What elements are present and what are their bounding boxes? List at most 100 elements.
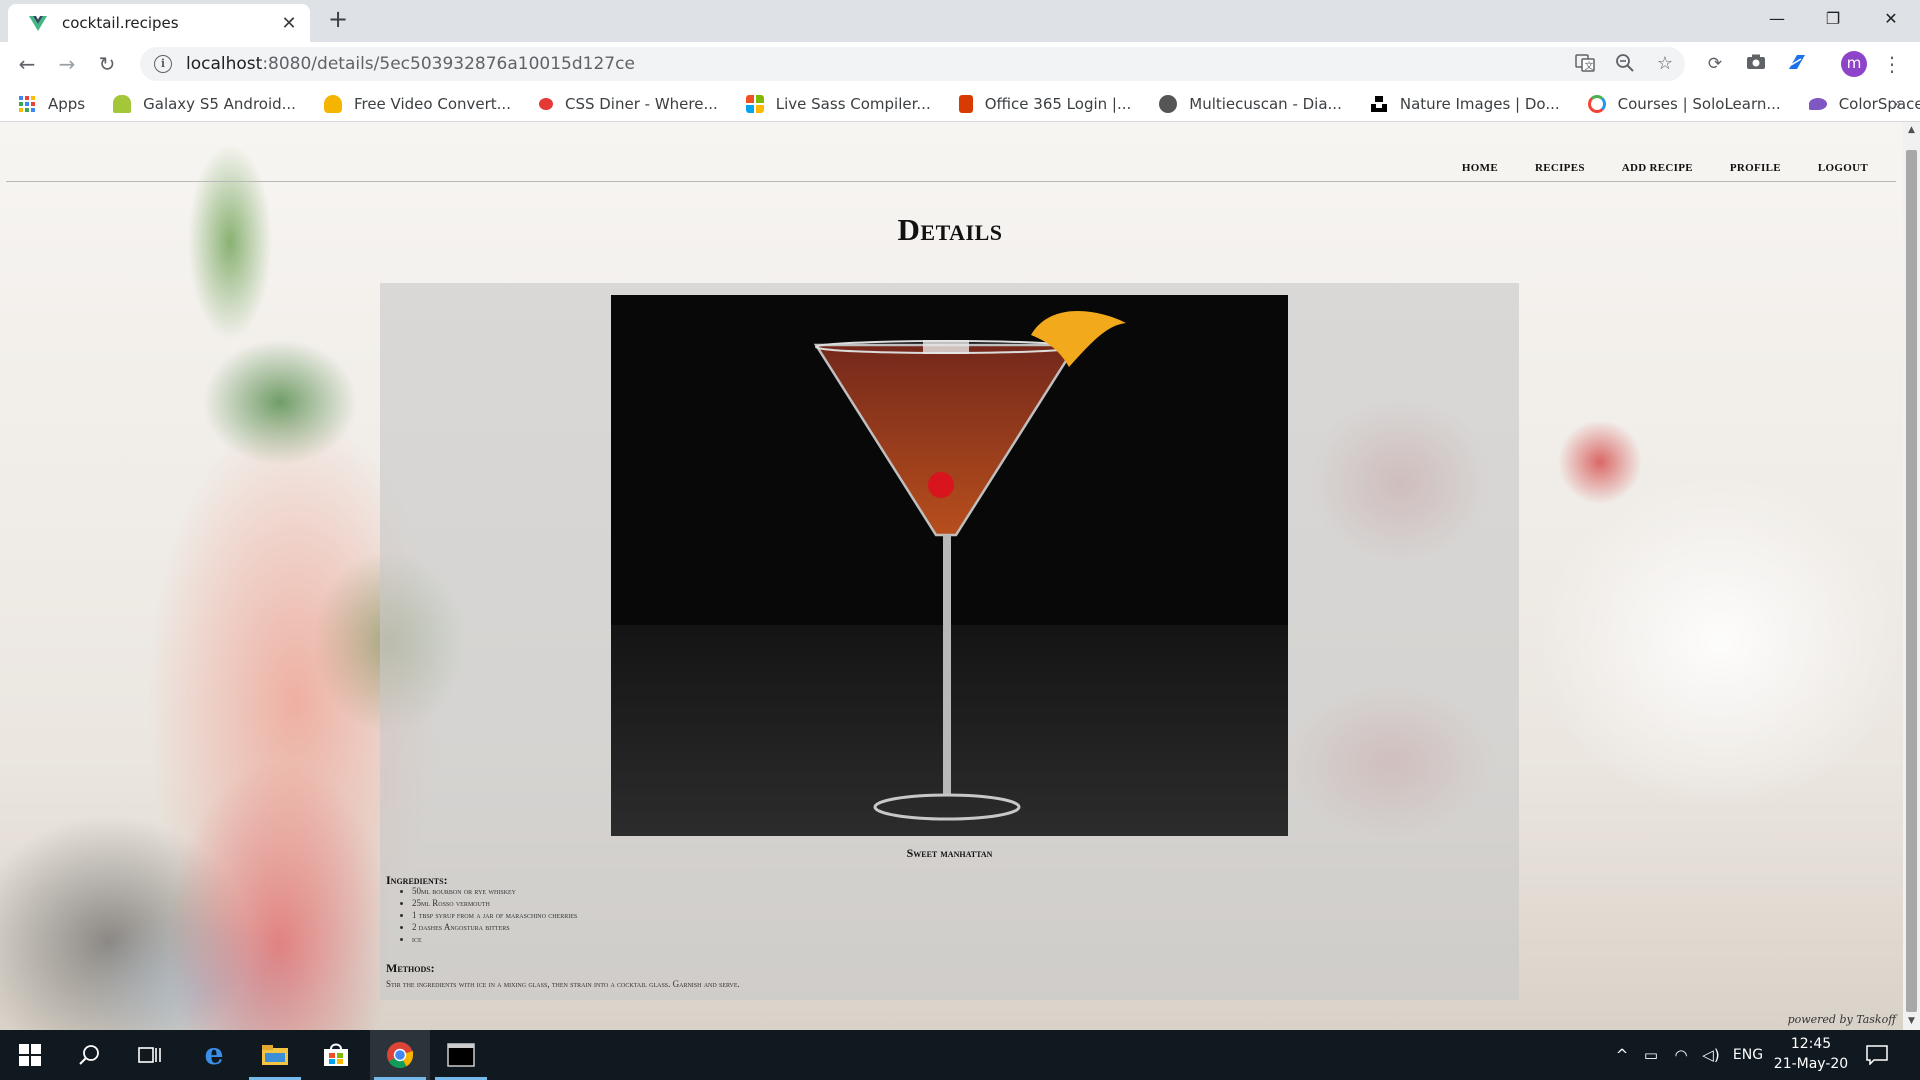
bookmark-sass-compiler[interactable]: Live Sass Compiler...	[745, 94, 931, 113]
video-converter-icon	[323, 94, 342, 113]
back-arrow-icon[interactable]: ←	[13, 50, 41, 78]
system-tray: ^ ▭ ◠ ◁) ENG	[1608, 1030, 1770, 1080]
tab-title: cocktail.recipes	[62, 14, 179, 32]
ingredients-list: 50ml bourbon or rye whiskey 25ml Rosso v…	[406, 885, 577, 945]
site-navbar: HOME RECIPES ADD RECIPE PROFILE LOGOUT	[6, 122, 1896, 182]
battery-icon[interactable]: ▭	[1636, 1046, 1666, 1064]
wifi-icon[interactable]: ◠	[1666, 1046, 1696, 1064]
tab-strip: cocktail.recipes ✕ + — ❐ ✕	[0, 0, 1920, 42]
nav-home[interactable]: HOME	[1462, 162, 1498, 174]
volume-icon[interactable]: ◁)	[1696, 1046, 1726, 1064]
start-button[interactable]	[0, 1030, 60, 1080]
bookmark-star-icon[interactable]: ☆	[1654, 53, 1676, 75]
new-tab-button[interactable]: +	[324, 6, 352, 34]
office-icon	[958, 94, 973, 113]
clock[interactable]: 12:45 21-May-20	[1766, 1034, 1856, 1074]
globe-icon	[1159, 94, 1178, 113]
apps-grid-icon	[19, 95, 35, 112]
bookmark-office[interactable]: Office 365 Login |...	[958, 94, 1132, 113]
cocktail-photo	[611, 295, 1288, 836]
bookmark-sololearn[interactable]: Courses | SoloLearn...	[1587, 94, 1781, 113]
translate-icon[interactable]: 文	[1574, 53, 1596, 75]
search-icon[interactable]	[60, 1030, 120, 1080]
bookmark-galaxy[interactable]: Galaxy S5 Android...	[113, 94, 296, 113]
site-info-icon[interactable]: i	[154, 55, 172, 73]
bookmark-css-diner[interactable]: CSS Diner - Where...	[538, 94, 718, 113]
svg-text:文: 文	[1585, 60, 1594, 72]
windows-taskbar: e ^ ▭ ◠ ◁) ENG 12:45 21-May-20	[0, 1030, 1920, 1080]
nav-recipes[interactable]: RECIPES	[1535, 162, 1585, 174]
url-path: :8080/details/5ec503932876a10015d127ce	[262, 54, 635, 74]
bookmark-label: Galaxy S5 Android...	[143, 94, 296, 113]
powered-by-badge[interactable]: powered by Taskoff	[1788, 1013, 1896, 1026]
nav-profile[interactable]: PROFILE	[1730, 162, 1781, 174]
ingredient-item: 25ml Rosso vermouth	[412, 897, 577, 909]
scroll-down-icon[interactable]: ▼	[1903, 1013, 1920, 1030]
edge-browser-icon[interactable]: e	[184, 1030, 244, 1080]
address-bar[interactable]: i localhost:8080/details/5ec503932876a10…	[140, 47, 1685, 81]
ingredient-item: 50ml bourbon or rye whiskey	[412, 885, 577, 897]
bookmark-label: CSS Diner - Where...	[564, 94, 718, 113]
android-icon	[113, 94, 132, 113]
page-title: Details	[897, 212, 1003, 247]
url-host: localhost	[186, 54, 263, 74]
extension-icon[interactable]	[1786, 53, 1808, 75]
methods-heading: Methods:	[386, 961, 435, 975]
reload-icon[interactable]: ↻	[93, 50, 121, 78]
nav-add-recipe[interactable]: ADD RECIPE	[1622, 162, 1693, 174]
css-diner-icon	[538, 97, 553, 110]
scroll-up-icon[interactable]: ▲	[1903, 122, 1920, 139]
bookmark-label: Live Sass Compiler...	[775, 94, 931, 113]
camera-extension-icon[interactable]	[1745, 53, 1767, 75]
chrome-taskbar-icon[interactable]	[370, 1030, 430, 1080]
methods-text: Stir the ingredients with ice in a mixin…	[386, 979, 740, 989]
bookmark-colorspace[interactable]: ColorSpace - CSS G...	[1808, 94, 1920, 113]
bookmark-label: Courses | SoloLearn...	[1617, 94, 1781, 113]
bookmark-label: Office 365 Login |...	[984, 94, 1132, 113]
show-hidden-icons-icon[interactable]: ^	[1608, 1046, 1636, 1064]
bookmarks-overflow-icon[interactable]: »	[1892, 94, 1902, 113]
task-view-icon[interactable]	[120, 1030, 180, 1080]
ingredient-item: ice	[412, 933, 577, 945]
bookmark-video-converter[interactable]: Free Video Convert...	[323, 94, 511, 113]
store-icon[interactable]	[306, 1030, 366, 1080]
recipe-name: Sweet manhattan	[906, 846, 993, 860]
browser-menu-icon[interactable]: ⋮	[1882, 52, 1902, 76]
nav-logout[interactable]: LOGOUT	[1818, 162, 1868, 174]
bookmark-nature-images[interactable]: Nature Images | Do...	[1370, 95, 1560, 113]
bookmark-multiecuscan[interactable]: Multiecuscan - Dia...	[1159, 94, 1342, 113]
bookmark-label: Nature Images | Do...	[1399, 94, 1560, 113]
terminal-icon[interactable]	[431, 1030, 491, 1080]
bookmark-label: Multiecuscan - Dia...	[1189, 94, 1342, 113]
microsoft-icon	[745, 94, 764, 113]
browser-toolbar: ← → ↻ i localhost:8080/details/5ec503932…	[0, 42, 1920, 86]
language-indicator[interactable]: ENG	[1726, 1047, 1770, 1063]
clock-time: 12:45	[1790, 1036, 1832, 1052]
profile-avatar[interactable]: m	[1841, 51, 1867, 77]
file-explorer-icon[interactable]	[245, 1030, 305, 1080]
minimize-button[interactable]: —	[1754, 0, 1800, 38]
ingredient-item: 1 tbsp syrup from a jar of maraschino ch…	[412, 909, 577, 921]
url-text[interactable]: localhost:8080/details/5ec503932876a1001…	[186, 54, 1565, 74]
recipe-details-card: Sweet manhattan Ingredients: 50ml bourbo…	[380, 283, 1519, 1000]
tab-close-icon[interactable]: ✕	[278, 13, 300, 34]
browser-tab[interactable]: cocktail.recipes ✕	[8, 4, 310, 42]
close-window-button[interactable]: ✕	[1868, 0, 1914, 38]
nav-links: HOME RECIPES ADD RECIPE PROFILE LOGOUT	[1462, 162, 1868, 174]
scroll-thumb[interactable]	[1906, 150, 1917, 1012]
windows-logo-icon	[19, 1044, 41, 1066]
sync-extension-icon[interactable]: ⟳	[1704, 53, 1726, 75]
restore-button[interactable]: ❐	[1810, 0, 1856, 38]
zoom-icon[interactable]	[1614, 53, 1636, 75]
colorspace-icon	[1808, 97, 1827, 110]
notifications-icon[interactable]	[1866, 1030, 1888, 1080]
bookmark-label: ColorSpace - CSS G...	[1838, 94, 1920, 113]
sololearn-icon	[1587, 94, 1606, 113]
bookmark-label: Free Video Convert...	[353, 94, 511, 113]
bookmark-apps[interactable]: Apps	[18, 95, 85, 113]
bookmarks-bar: Apps Galaxy S5 Android... Free Video Con…	[0, 86, 1920, 122]
forward-arrow-icon[interactable]: →	[53, 50, 81, 78]
ingredient-item: 2 dashes Angostura bitters	[412, 921, 577, 933]
page-scrollbar[interactable]: ▲ ▼	[1903, 122, 1920, 1030]
clock-date: 21-May-20	[1773, 1056, 1849, 1072]
